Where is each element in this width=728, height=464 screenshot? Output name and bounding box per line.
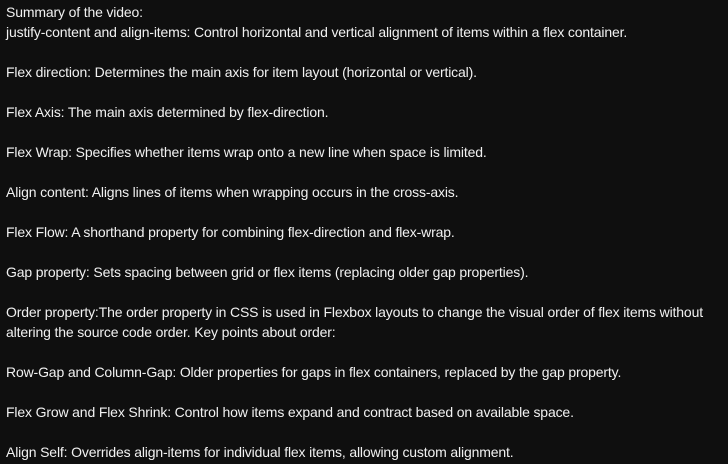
description-item-align-self: Align Self: Overrides align-items for in… <box>6 444 514 460</box>
description-item-order-property: Order property:The order property in CSS… <box>6 304 703 340</box>
description-item-flex-axis: Flex Axis: The main axis determined by f… <box>6 104 329 120</box>
description-item-gap-property: Gap property: Sets spacing between grid … <box>6 264 529 280</box>
description-item-flex-grow-shrink: Flex Grow and Flex Shrink: Control how i… <box>6 404 574 420</box>
description-heading: Summary of the video: <box>6 4 143 20</box>
description-item-flex-wrap: Flex Wrap: Specifies whether items wrap … <box>6 144 487 160</box>
description-item-align-content: Align content: Aligns lines of items whe… <box>6 184 459 200</box>
description-item-justify-align: justify-content and align-items: Control… <box>6 24 628 40</box>
description-item-row-column-gap: Row-Gap and Column-Gap: Older properties… <box>6 364 622 380</box>
description-item-flex-flow: Flex Flow: A shorthand property for comb… <box>6 224 455 240</box>
description-item-flex-direction: Flex direction: Determines the main axis… <box>6 64 477 80</box>
video-description: Summary of the video: justify-content an… <box>0 0 728 464</box>
